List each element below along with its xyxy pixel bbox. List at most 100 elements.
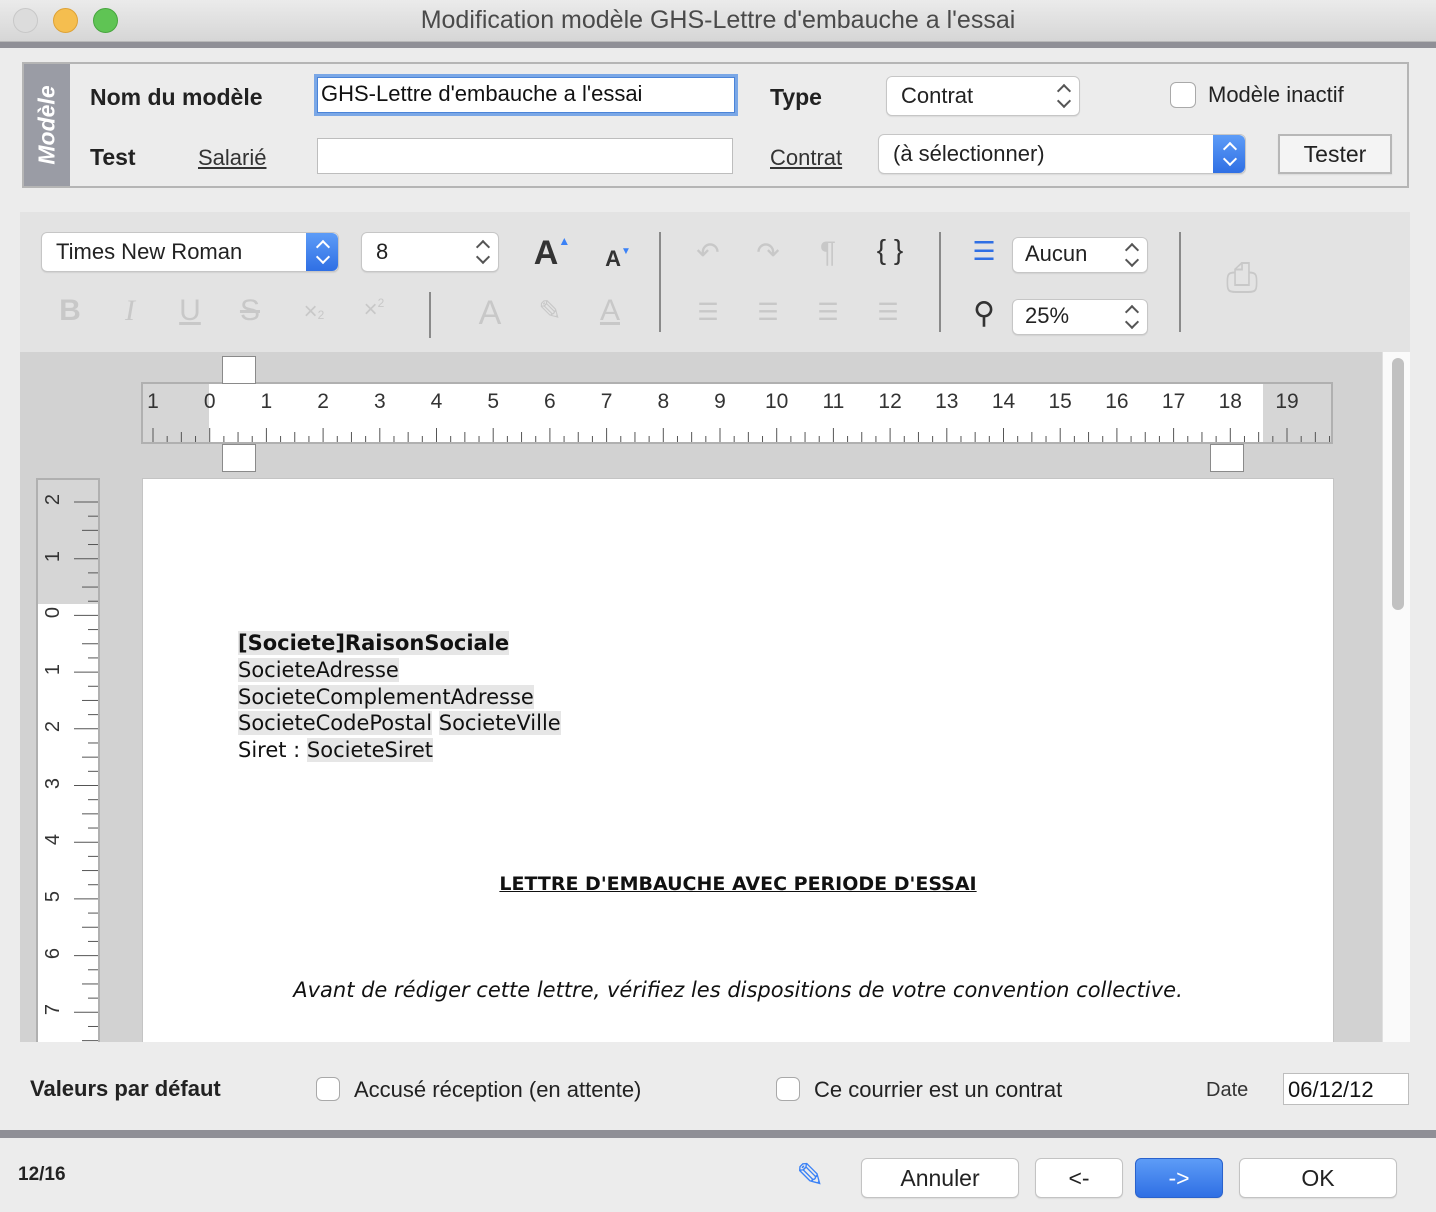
vertical-ruler[interactable]: 2101234567 — [36, 478, 100, 1042]
list-style-value: Aucun — [1025, 241, 1088, 266]
previous-button[interactable]: <- — [1035, 1158, 1123, 1198]
city-field: SocieteVille — [438, 711, 561, 735]
font-family-select[interactable]: Times New Roman — [41, 232, 339, 272]
window-title: Modification modèle GHS-Lettre d'embauch… — [420, 6, 1016, 34]
text-outline-icon[interactable]: A — [470, 294, 510, 333]
print-preview-icon[interactable]: ⎙ — [1212, 256, 1272, 301]
ruler-number: 15 — [1048, 390, 1072, 413]
ok-button[interactable]: OK — [1239, 1158, 1397, 1198]
format-toolbar: Times New Roman 8 A▲ A▼ B I U S ×2 ×2 A … — [20, 212, 1410, 352]
stepper-arrows-icon — [1125, 303, 1139, 331]
title-divider — [0, 42, 1436, 48]
date-label: Date — [1206, 1079, 1249, 1101]
contrat-select-arrows — [1213, 135, 1245, 173]
model-name-input[interactable]: GHS-Lettre d'embauche a l'essai — [314, 74, 738, 116]
horizontal-ruler[interactable]: 1 0 1 2 3 4 5 6 7 8 9 10 11 12 13 14 15 16 17 18 19 — [141, 382, 1333, 444]
record-counter: 12/16 — [18, 1164, 66, 1185]
ruler-number: 14 — [991, 390, 1016, 413]
align-justify-icon[interactable]: ☰ — [868, 298, 908, 327]
toolbar-separator — [659, 232, 661, 332]
zoom-select[interactable]: 25% — [1012, 299, 1148, 335]
next-button[interactable]: -> — [1135, 1158, 1223, 1198]
document-page[interactable]: [Societe]RaisonSociale SocieteAdresse So… — [142, 478, 1334, 1042]
ruler-ticks — [74, 501, 98, 1042]
contract-checkbox[interactable] — [776, 1077, 800, 1101]
font-family-arrows — [306, 233, 338, 271]
vertical-scrollbar[interactable] — [1382, 352, 1410, 1042]
ruler-number: 8 — [657, 390, 670, 413]
address-complement-field: SocieteComplementAdresse — [238, 685, 534, 709]
ruler-number: 0 — [203, 390, 216, 413]
underline-icon[interactable]: U — [174, 294, 206, 328]
align-left-icon[interactable]: ☰ — [688, 298, 728, 327]
dialog-window: Modification modèle GHS-Lettre d'embauch… — [0, 0, 1436, 1212]
defaults-label: Valeurs par défaut — [30, 1076, 221, 1101]
tester-button[interactable]: Tester — [1278, 134, 1392, 174]
ruler-number: 3 — [373, 390, 386, 413]
decrease-font-icon[interactable]: A▼ — [600, 246, 636, 272]
stepper-arrows-icon — [476, 238, 490, 266]
align-right-icon[interactable]: ☰ — [808, 298, 848, 327]
bold-icon[interactable]: B — [54, 294, 86, 328]
contrat-select[interactable]: (à sélectionner) — [878, 134, 1246, 174]
date-input[interactable]: 06/12/12 — [1283, 1073, 1409, 1105]
list-style-icon: ☰ — [972, 236, 996, 266]
footer-bar: 12/16 ✎ Annuler <- -> OK — [0, 1138, 1436, 1212]
type-label: Type — [770, 84, 822, 110]
ruler-number: 10 — [765, 390, 789, 413]
salarie-link[interactable]: Salarié — [198, 145, 266, 171]
undo-icon[interactable]: ↶ — [688, 236, 728, 269]
salarie-input[interactable] — [317, 138, 733, 174]
text-color-icon[interactable]: A — [590, 294, 630, 328]
type-select[interactable]: Contrat — [886, 76, 1080, 116]
strikethrough-icon[interactable]: S — [234, 294, 266, 328]
font-size-select[interactable]: 8 — [361, 232, 499, 272]
scrollbar-thumb[interactable] — [1392, 358, 1404, 610]
ack-label: Accusé réception (en attente) — [354, 1077, 642, 1102]
ruler-number: 4 — [430, 390, 443, 413]
align-center-icon[interactable]: ☰ — [748, 298, 788, 327]
redo-icon[interactable]: ↷ — [748, 236, 788, 269]
cancel-button[interactable]: Annuler — [861, 1158, 1019, 1198]
contrat-link[interactable]: Contrat — [770, 145, 842, 171]
highlighter-icon[interactable]: ✎ — [530, 294, 570, 327]
subscript-icon[interactable]: ×2 — [294, 298, 334, 326]
ruler-number: 7 — [600, 390, 613, 413]
stepper-arrows-icon — [1223, 140, 1237, 168]
convention-note: Avant de rédiger cette lettre, vérifiez … — [293, 978, 1183, 1002]
superscript-icon[interactable]: ×2 — [354, 296, 394, 324]
zoom-magnifier-icon: ⚲ — [973, 297, 995, 330]
siret-label: Siret : — [238, 738, 307, 762]
model-panel: Modèle Nom du modèle GHS-Lettre d'embauc… — [22, 62, 1409, 188]
left-indent-marker[interactable] — [222, 444, 256, 472]
toolbar-separator — [1179, 232, 1181, 332]
contrat-select-value: (à sélectionner) — [893, 141, 1045, 166]
address-field: SocieteAdresse — [238, 658, 399, 682]
letter-heading: LETTRE D'EMBAUCHE AVEC PERIODE D'ESSAI — [499, 873, 977, 895]
increase-font-icon[interactable]: A▲ — [532, 234, 572, 273]
ruler-number: 1 — [260, 390, 273, 413]
postal-code-field: SocieteCodePostal — [238, 711, 433, 735]
ack-checkbox[interactable] — [316, 1077, 340, 1101]
first-line-indent-marker[interactable] — [222, 356, 256, 384]
italic-icon[interactable]: I — [114, 294, 146, 328]
footer-divider — [0, 1130, 1436, 1138]
edit-pen-icon[interactable]: ✎ — [796, 1156, 825, 1196]
ruler-number: 12 — [878, 390, 902, 413]
list-style-select[interactable]: Aucun — [1012, 237, 1148, 273]
ruler-number: 19 — [1275, 390, 1299, 413]
contract-label: Ce courrier est un contrat — [814, 1077, 1063, 1102]
pilcrow-icon[interactable]: ¶ — [810, 236, 846, 270]
right-indent-marker[interactable] — [1210, 444, 1244, 472]
fields-braces-icon[interactable]: { } — [866, 234, 914, 266]
type-select-value: Contrat — [901, 83, 974, 108]
ruler-number: 16 — [1105, 390, 1129, 413]
test-label: Test — [90, 144, 136, 170]
model-tab-label: Modèle — [33, 85, 60, 165]
model-name-label: Nom du modèle — [90, 84, 263, 110]
font-family-value: Times New Roman — [56, 239, 243, 264]
stepper-arrows-icon — [1057, 82, 1071, 110]
ruler-number: 6 — [544, 390, 556, 413]
inactive-checkbox[interactable] — [1170, 82, 1196, 108]
ruler-number: 2 — [317, 390, 329, 413]
